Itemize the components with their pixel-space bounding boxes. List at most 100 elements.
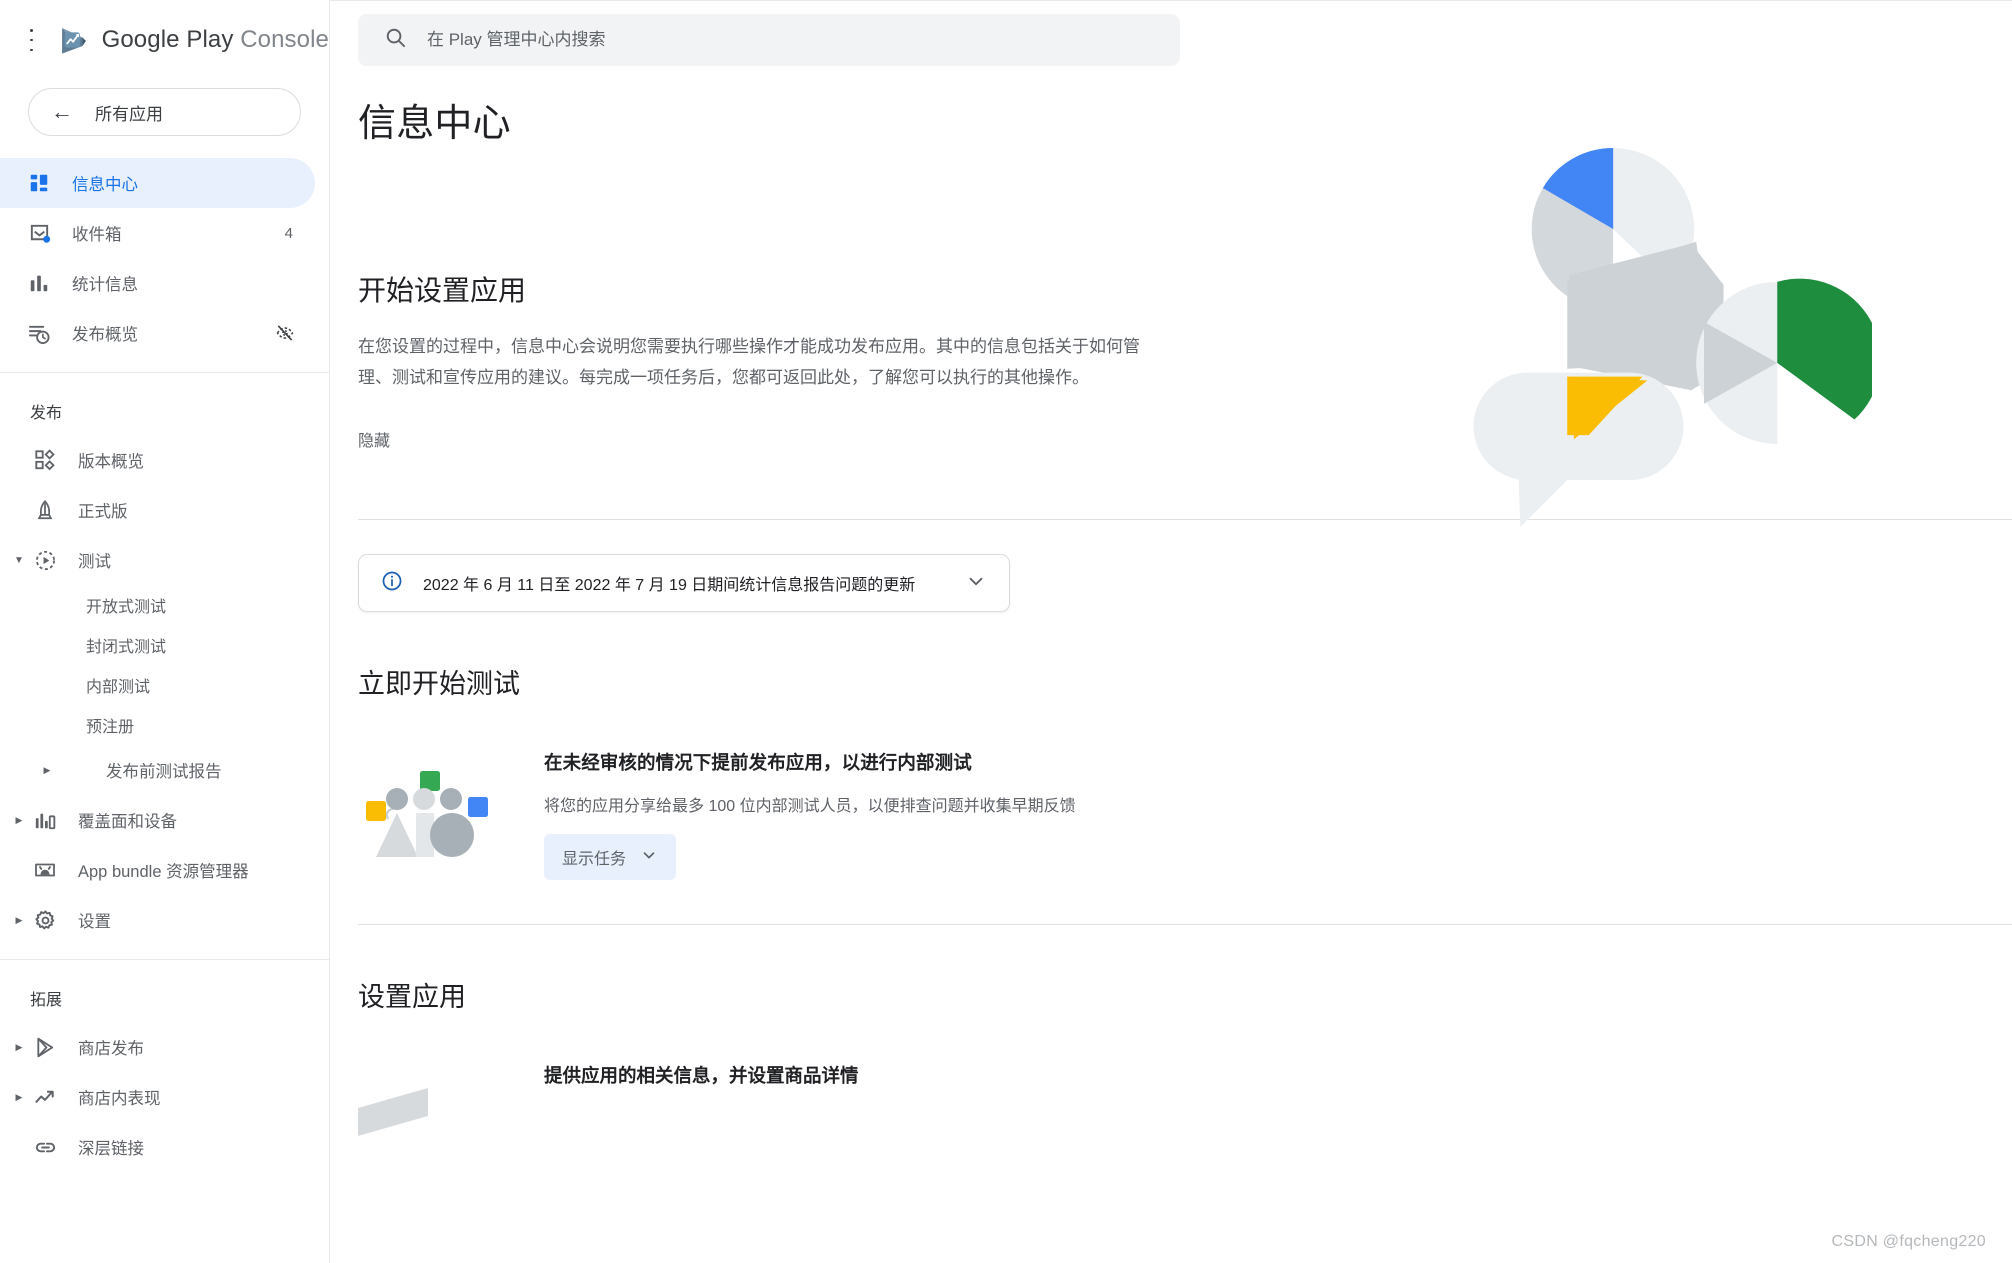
brand-name-primary: Google Play [101,26,234,53]
chevron-right-icon[interactable] [6,1042,32,1053]
sidebar-subitem-closed-testing[interactable]: 封闭式测试 [0,625,329,665]
sidebar-item-store-presence-label: 商店发布 [78,1040,144,1058]
hero-paragraph: 在您设置的过程中，信息中心会说明您需要执行哪些操作才能成功发布应用。其中的信息包… [358,337,1140,387]
chevron-right-icon[interactable] [34,765,60,776]
internal-testers-illustration [358,753,498,863]
search-input[interactable] [427,30,1067,50]
releases-overview-icon [32,447,58,473]
sidebar-item-deep-links-label: 深层链接 [78,1140,144,1158]
trending-up-icon [32,1084,58,1110]
testing-task-title: 在未经审核的情况下提前发布应用，以进行内部测试 [544,752,972,773]
brand-row: Google Play Console [0,0,329,80]
gear-icon [32,907,58,933]
sidebar-section-grow-title: 拓展 [30,992,63,1009]
sidebar-item-app-bundle-explorer-label: App bundle 资源管理器 [78,863,249,881]
csdn-watermark: CSDN @fqcheng220 [1831,1233,1986,1250]
divider-after-hero [358,519,2012,520]
chevron-right-icon[interactable] [6,815,32,826]
play-console-window: Google Play Console ← 所有应用 信息中心 收件箱 4 统计… [0,0,2012,1263]
link-icon [32,1134,58,1160]
sidebar-subitem-open-testing-label: 开放式测试 [86,599,167,616]
sidebar-subitem-pre-registration[interactable]: 预注册 [0,705,329,745]
info-banner-text: 2022 年 6 月 11 日至 2022 年 7 月 19 日期间统计信息报告… [423,577,916,594]
sidebar-item-publishing-overview-label: 发布概览 [72,326,138,344]
store-listing-illustration [358,1076,498,1166]
chevron-down-icon[interactable] [6,555,32,566]
setup-task-body: 提供应用的相关信息，并设置商品详情 [544,1060,859,1088]
page-title: 信息中心 [358,103,511,145]
sidebar-item-production[interactable]: 正式版 [0,485,315,535]
primary-nav: 信息中心 收件箱 4 统计信息 发布概览 [0,158,329,358]
show-tasks-button[interactable]: 显示任务 [544,834,677,880]
sidebar-item-settings[interactable]: 设置 [0,895,315,945]
sidebar-subitem-internal-testing-label: 内部测试 [86,679,151,696]
store-presence-icon [32,1034,58,1060]
sidebar-item-production-label: 正式版 [78,503,128,521]
pre-launch-report-icon [60,757,86,783]
all-apps-label: 所有应用 [95,104,163,124]
info-circle-icon [381,570,403,597]
hero-heading: 开始设置应用 [358,275,527,306]
sidebar-item-pre-launch-report[interactable]: 发布前测试报告 [0,745,315,795]
sidebar-item-reach-devices[interactable]: 覆盖面和设备 [0,795,315,845]
chevron-down-icon [640,846,658,869]
chevron-right-icon[interactable] [6,1092,32,1103]
sidebar-item-dashboard[interactable]: 信息中心 [0,158,315,208]
info-banner[interactable]: 2022 年 6 月 11 日至 2022 年 7 月 19 日期间统计信息报告… [358,554,1010,612]
sidebar: Google Play Console ← 所有应用 信息中心 收件箱 4 统计… [0,0,330,1263]
inbox-badge-count: 4 [284,224,293,242]
brand-logo[interactable]: Google Play Console [57,23,329,57]
sidebar-subitem-open-testing[interactable]: 开放式测试 [0,585,329,625]
show-tasks-label: 显示任务 [562,851,627,868]
content-area: 开始设置应用 在您设置的过程中，信息中心会说明您需要执行哪些操作才能成功发布应用… [330,147,2012,1166]
sidebar-item-app-bundle-explorer[interactable]: App bundle 资源管理器 [0,845,315,895]
brand-text: Google Play Console [102,26,329,54]
testing-task-description: 将您的应用分享给最多 100 位内部测试人员，以便排查问题并收集早期反馈 [544,798,1076,815]
testing-section-heading: 立即开始测试 [358,669,520,699]
chevron-down-icon[interactable] [965,570,987,597]
sidebar-item-store-performance[interactable]: 商店内表现 [0,1072,315,1122]
all-apps-button[interactable]: ← 所有应用 [28,88,301,136]
sidebar-item-release-overview-label: 版本概览 [78,453,144,471]
hero-section: 开始设置应用 在您设置的过程中，信息中心会说明您需要执行哪些操作才能成功发布应用… [358,147,2012,527]
sidebar-item-inbox[interactable]: 收件箱 4 [0,208,315,258]
bar-chart-icon [26,270,52,296]
visibility-off-icon[interactable] [275,323,295,343]
sidebar-subitem-closed-testing-label: 封闭式测试 [86,639,167,656]
testing-task-row: 在未经审核的情况下提前发布应用，以进行内部测试 将您的应用分享给最多 100 位… [358,747,2012,880]
back-arrow-icon: ← [51,99,73,124]
rocket-icon [32,497,58,523]
sidebar-item-statistics-label: 统计信息 [72,276,138,294]
divider-after-testing [358,924,2012,925]
hamburger-menu-icon[interactable] [30,29,33,51]
sidebar-item-publishing-overview[interactable]: 发布概览 [0,308,315,358]
sidebar-item-testing[interactable]: 测试 [0,535,315,585]
inbox-icon [26,220,52,246]
sidebar-item-release-overview[interactable]: 版本概览 [0,435,315,485]
sidebar-item-pre-launch-report-label: 发布前测试报告 [106,763,222,781]
sidebar-item-testing-label: 测试 [78,553,111,571]
hero-hide-link[interactable]: 隐藏 [358,427,390,451]
sidebar-item-dashboard-label: 信息中心 [72,176,138,194]
testing-icon [32,547,58,573]
main-content: 信息中心 开始设置应用 在您设置的过程中，信息中心会说明您需要执行哪些操作才能成… [330,0,2012,1263]
sidebar-item-settings-label: 设置 [78,913,111,931]
top-border [330,0,2012,1]
setup-section-heading: 设置应用 [358,982,466,1012]
setup-task-row: 提供应用的相关信息，并设置商品详情 [358,1060,2012,1166]
chevron-right-icon[interactable] [6,915,32,926]
sidebar-subitem-internal-testing[interactable]: 内部测试 [0,665,329,705]
brand-name-secondary: Console [240,26,329,53]
reach-devices-icon [32,807,58,833]
google-play-icon [61,28,86,54]
sidebar-section-publish-title: 发布 [30,405,63,422]
sidebar-item-store-presence[interactable]: 商店发布 [0,1022,315,1072]
sidebar-item-deep-links[interactable]: 深层链接 [0,1122,315,1172]
sidebar-subitem-pre-registration-label: 预注册 [86,719,135,736]
search-icon [384,26,407,54]
search-box[interactable] [358,14,1180,66]
top-bar [330,0,2012,80]
sidebar-item-reach-devices-label: 覆盖面和设备 [78,813,177,831]
sidebar-item-store-performance-label: 商店内表现 [78,1090,161,1108]
sidebar-item-statistics[interactable]: 统计信息 [0,258,315,308]
